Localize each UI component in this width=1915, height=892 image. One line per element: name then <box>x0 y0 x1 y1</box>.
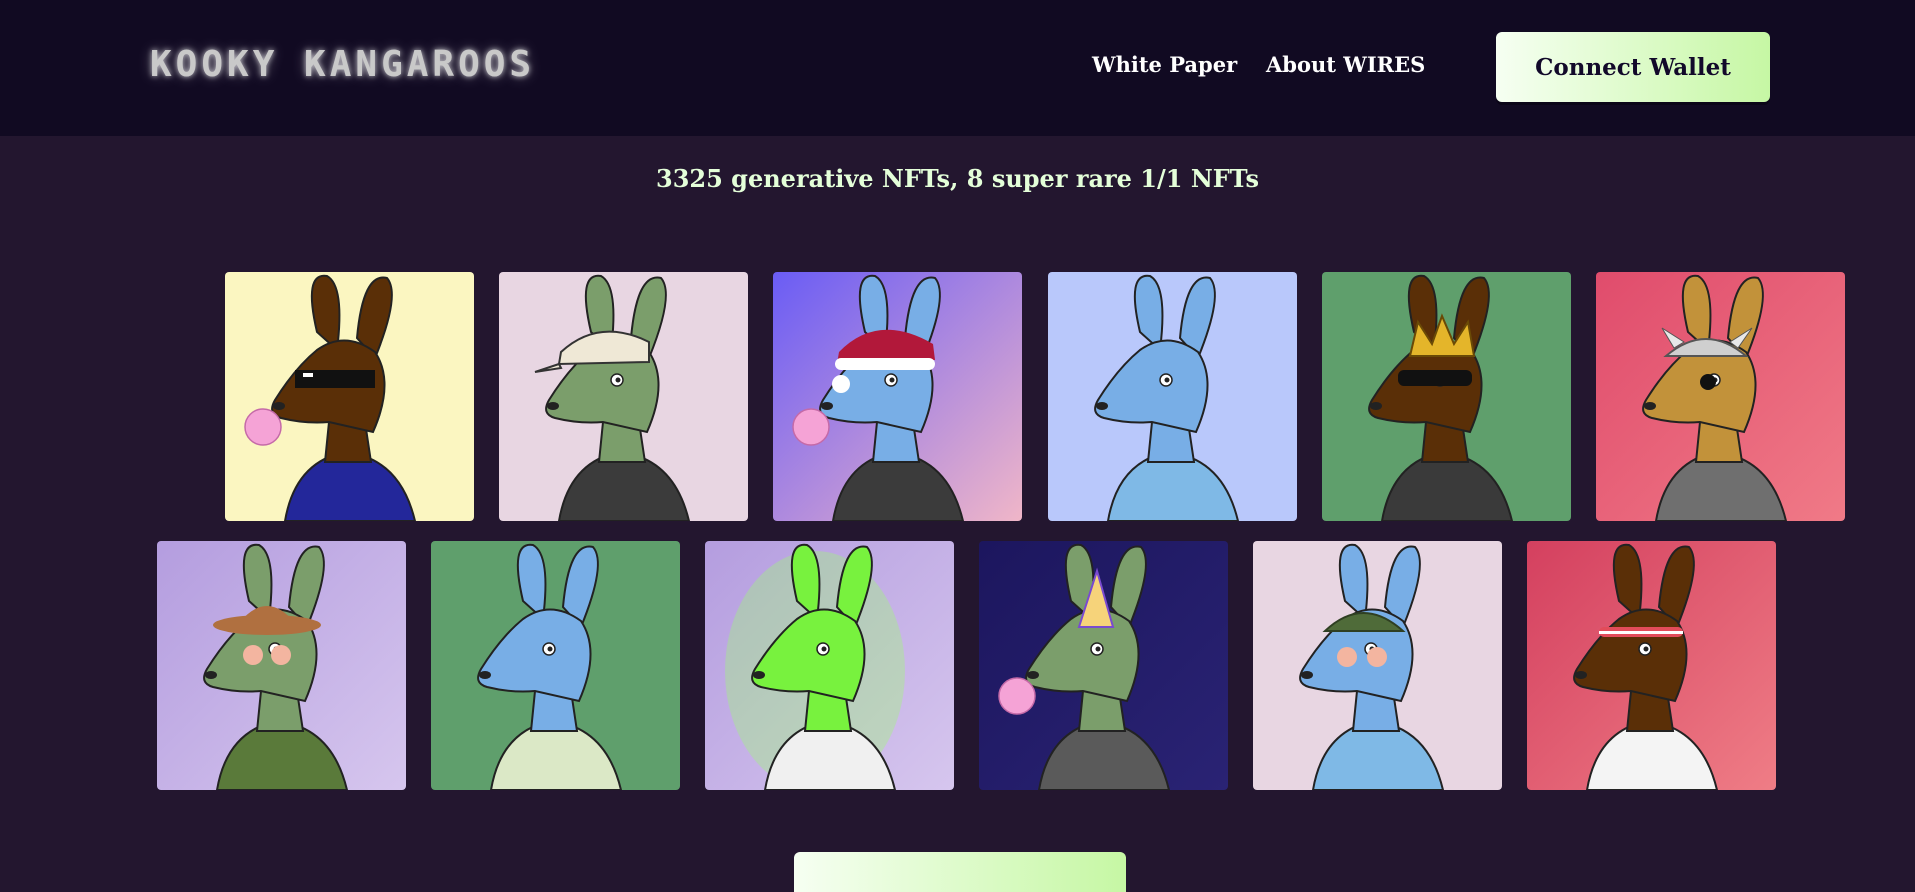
mint-button[interactable] <box>794 852 1126 892</box>
kangaroo-illustration <box>499 272 748 521</box>
site-header: KOOKY KANGAROOS White Paper About WIRES … <box>0 0 1915 136</box>
site-logo[interactable]: KOOKY KANGAROOS <box>150 44 535 85</box>
nft-card-10[interactable] <box>979 541 1228 790</box>
kangaroo-illustration <box>705 541 954 790</box>
collection-subtitle: 3325 generative NFTs, 8 super rare 1/1 N… <box>656 164 1259 193</box>
nft-card-7[interactable] <box>157 541 406 790</box>
nft-card-2[interactable] <box>499 272 748 521</box>
kangaroo-illustration <box>1527 541 1776 790</box>
kangaroo-illustration <box>225 272 474 521</box>
nft-card-5[interactable] <box>1322 272 1571 521</box>
nft-card-3[interactable] <box>773 272 1022 521</box>
nft-card-1[interactable] <box>225 272 474 521</box>
nav-white-paper-link[interactable]: White Paper <box>1092 52 1237 77</box>
kangaroo-illustration <box>1596 272 1845 521</box>
kangaroo-illustration <box>773 272 1022 521</box>
nft-card-6[interactable] <box>1596 272 1845 521</box>
kangaroo-illustration <box>157 541 406 790</box>
connect-wallet-button[interactable]: Connect Wallet <box>1496 32 1770 102</box>
nft-card-12[interactable] <box>1527 541 1776 790</box>
kangaroo-illustration <box>1253 541 1502 790</box>
nft-card-8[interactable] <box>431 541 680 790</box>
nft-card-11[interactable] <box>1253 541 1502 790</box>
kangaroo-illustration <box>431 541 680 790</box>
kangaroo-illustration <box>1322 272 1571 521</box>
nft-card-9[interactable] <box>705 541 954 790</box>
nav-about-wires-link[interactable]: About WIRES <box>1266 52 1425 77</box>
nft-card-4[interactable] <box>1048 272 1297 521</box>
kangaroo-illustration <box>1048 272 1297 521</box>
kangaroo-illustration <box>979 541 1228 790</box>
